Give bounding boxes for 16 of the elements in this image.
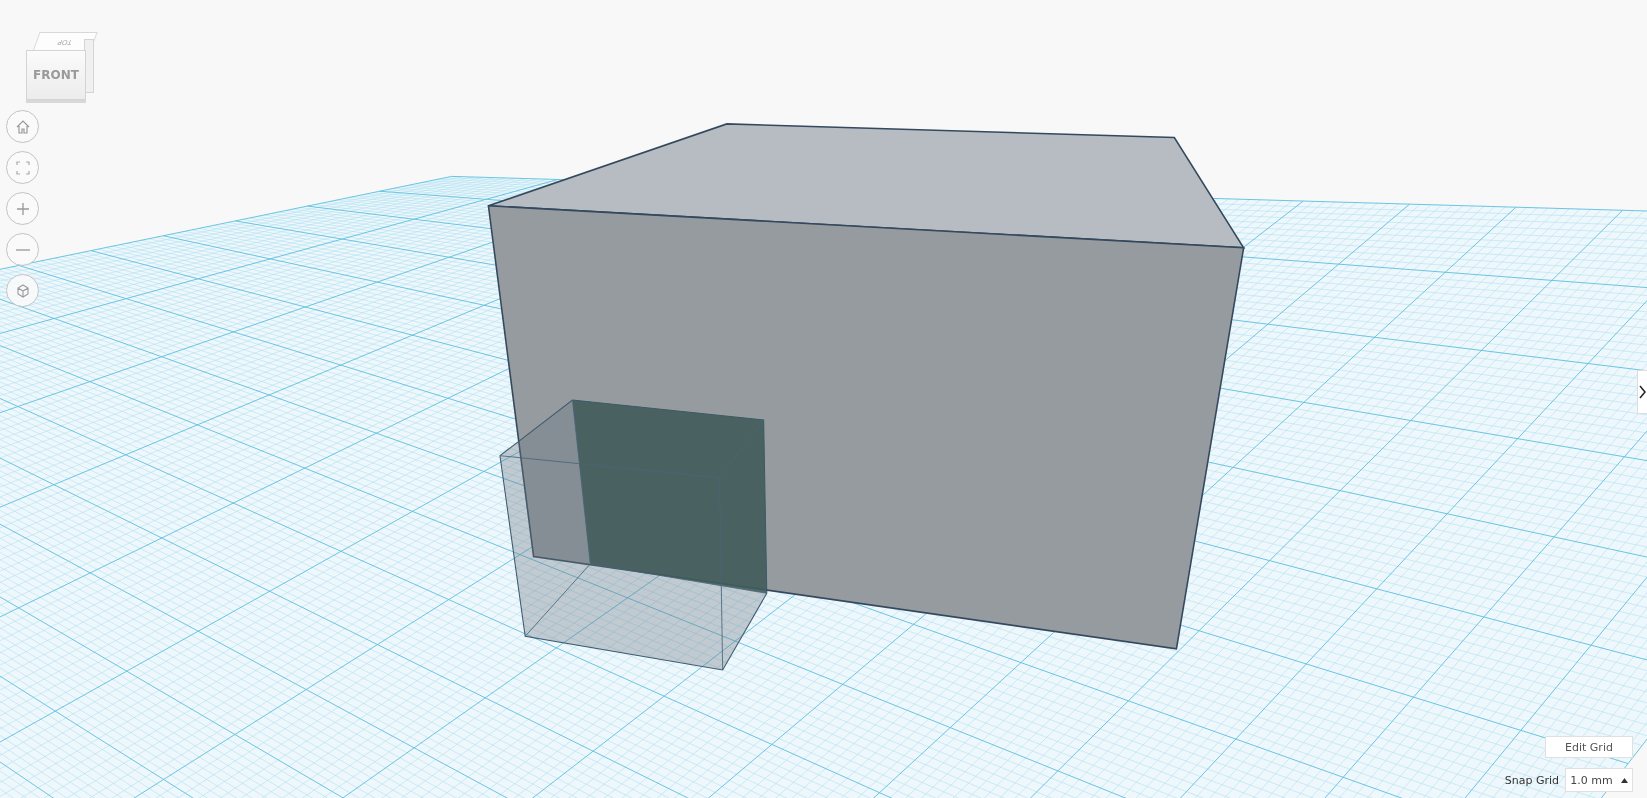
fit-icon <box>14 159 31 176</box>
home-icon <box>14 118 31 135</box>
home-button[interactable] <box>6 110 39 143</box>
snap-grid-label: Snap Grid <box>1504 773 1559 787</box>
snap-grid-dropdown[interactable]: 1.0 mm <box>1565 768 1633 792</box>
minus-icon <box>15 248 30 251</box>
plus-icon <box>14 200 31 217</box>
caret-up-icon <box>1620 777 1628 783</box>
zoom-in-button[interactable] <box>6 192 39 225</box>
edit-grid-button[interactable]: Edit Grid <box>1545 736 1633 758</box>
panel-toggle-button[interactable] <box>1637 370 1647 414</box>
view-cube-front-label: FRONT <box>33 68 79 82</box>
chevron-right-icon <box>1639 385 1646 399</box>
fit-view-button[interactable] <box>6 151 39 184</box>
zoom-out-button[interactable] <box>6 233 39 266</box>
cube-icon <box>14 282 31 299</box>
